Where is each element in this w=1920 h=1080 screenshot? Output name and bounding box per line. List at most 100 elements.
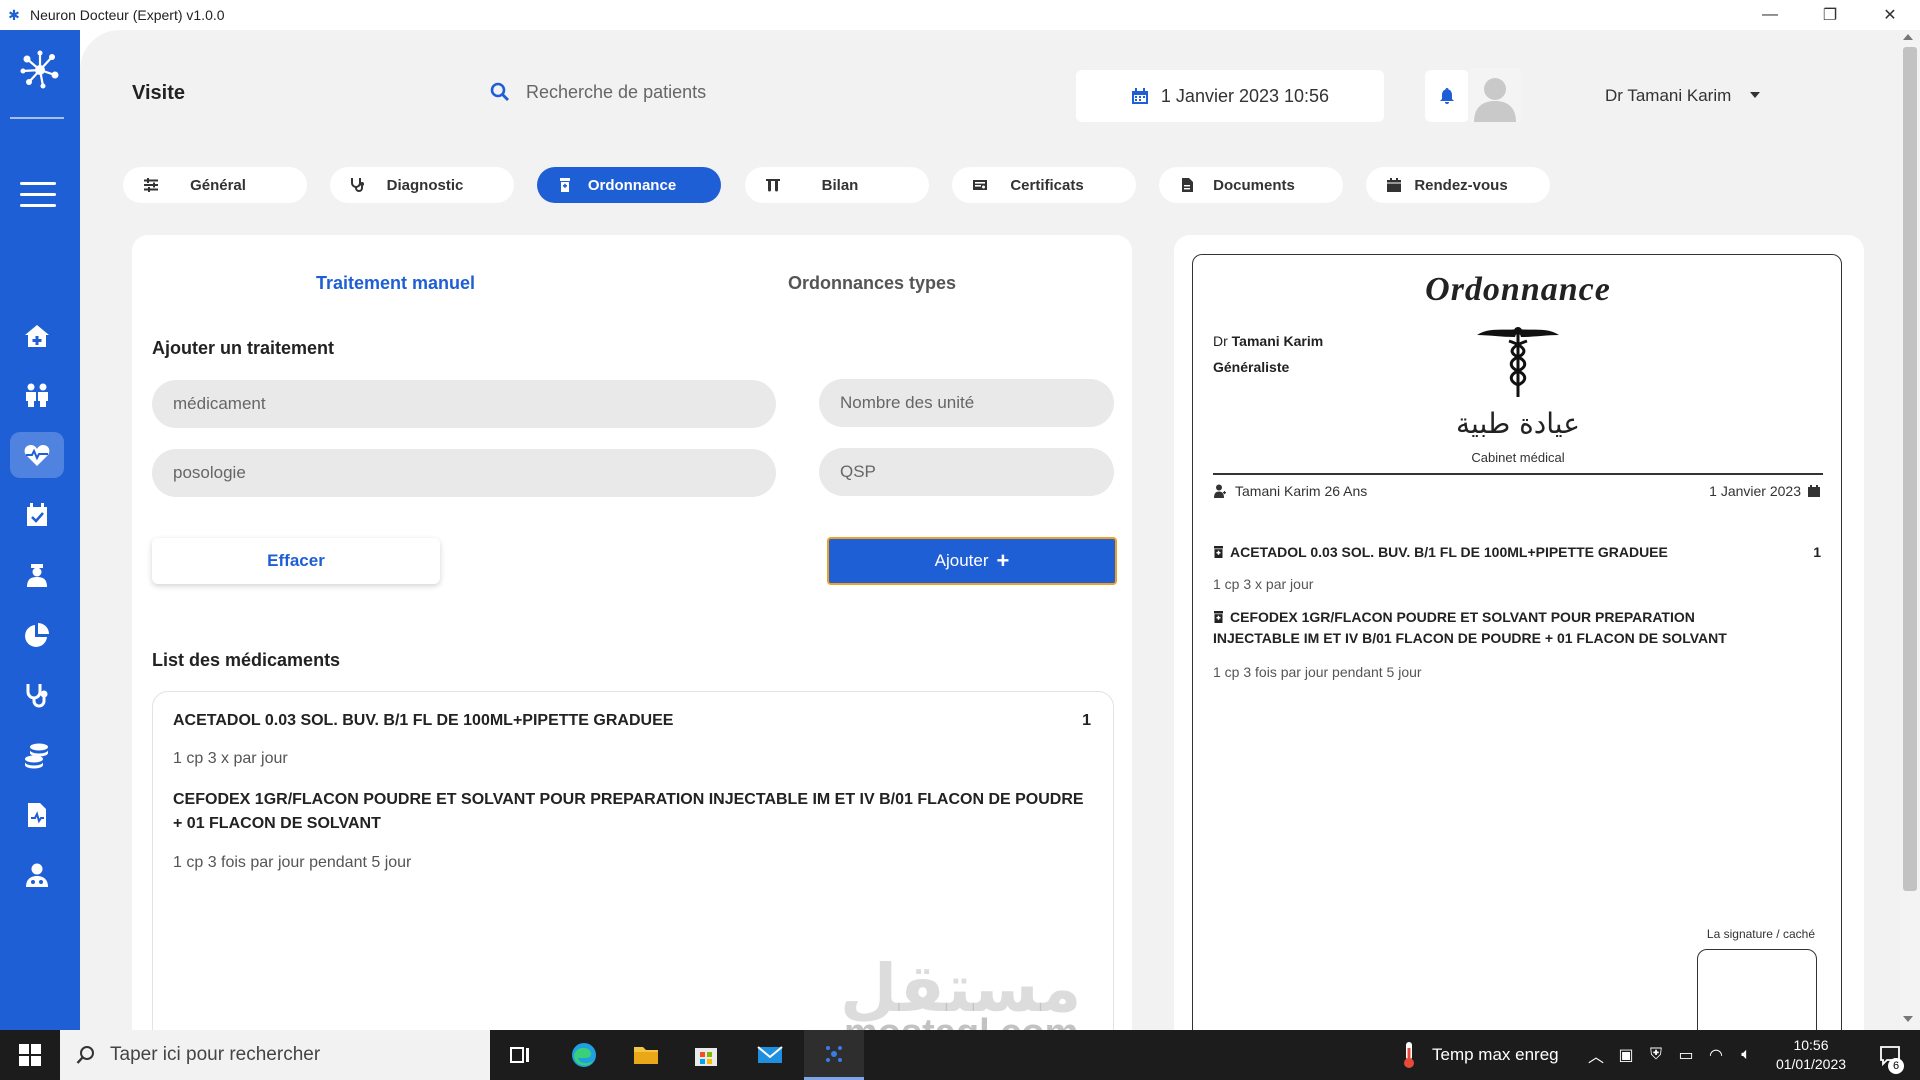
window-title: Neuron Docteur (Expert) v1.0.0 [30, 7, 225, 23]
add-button-label: Ajouter [934, 551, 989, 570]
add-button[interactable]: Ajouter + [827, 537, 1117, 585]
sidebar-item-staff[interactable] [10, 552, 64, 598]
taskbar-search[interactable] [60, 1030, 490, 1080]
search-icon [490, 82, 509, 101]
qsp-input[interactable] [819, 448, 1114, 496]
tab-label: Ordonnance [587, 176, 677, 194]
taskbar-edge[interactable] [556, 1030, 612, 1080]
taskbar-weather[interactable]: Temp max enreg [1398, 1030, 1559, 1080]
calendar-icon [1387, 178, 1401, 192]
page-title: Visite [132, 82, 185, 104]
clinic-arabic-name: عيادة طبية [1456, 407, 1580, 440]
weather-text: Temp max enreg [1432, 1045, 1559, 1064]
close-button[interactable]: ✕ [1860, 0, 1920, 30]
scroll-down-arrow-icon[interactable] [1903, 1016, 1913, 1022]
sidebar-item-finance[interactable] [10, 732, 64, 778]
chevron-down-icon[interactable] [1750, 92, 1760, 98]
rx-item-qty: 1 [1813, 544, 1821, 560]
prescription-preview-panel: Ordonnance Dr Tamani Karim Généraliste ع… [1174, 235, 1864, 1030]
taskbar-neuron-docteur[interactable] [804, 1030, 864, 1080]
taskbar-clock[interactable]: 10:56 01/01/2023 [1766, 1036, 1856, 1074]
subtab-traitement-manuel[interactable]: Traitement manuel [316, 273, 475, 294]
prescription-bottle-icon [1214, 546, 1223, 558]
sidebar-item-reports[interactable] [10, 792, 64, 838]
sidebar-item-stethoscope[interactable] [10, 672, 64, 718]
patient-info: Tamani Karim 26 Ans [1213, 483, 1367, 499]
notifications-button[interactable] [1425, 70, 1469, 122]
taskbar-task-view[interactable] [492, 1030, 548, 1080]
tab-certificats[interactable]: Certificats [952, 167, 1136, 203]
sidebar-item-calendar[interactable] [10, 492, 64, 538]
clinic-name: Cabinet médical [1471, 450, 1565, 465]
tab-diagnostic[interactable]: Diagnostic [330, 167, 514, 203]
clock-time: 10:56 [1793, 1037, 1829, 1053]
scroll-up-arrow-icon[interactable] [1903, 34, 1913, 40]
tab-general[interactable]: Général [123, 167, 307, 203]
signature-box [1697, 949, 1817, 1030]
edge-icon [572, 1043, 596, 1067]
rx-item-name: ACETADOL 0.03 SOL. BUV. B/1 FL DE 100ML+… [1230, 544, 1668, 560]
taskbar-mail[interactable] [742, 1030, 798, 1080]
thermometer-icon [1404, 1042, 1414, 1068]
test-tubes-icon [766, 179, 780, 192]
sidebar-item-patients[interactable] [10, 372, 64, 418]
user-name[interactable]: Dr Tamani Karim [1605, 86, 1731, 106]
tab-bilan[interactable]: Bilan [745, 167, 929, 203]
form-title: Ajouter un traitement [152, 338, 335, 358]
caduceus-icon [1477, 327, 1559, 397]
volume-icon[interactable]: 🔈︎ [1732, 1030, 1760, 1080]
tab-ordonnance[interactable]: Ordonnance [537, 167, 721, 203]
prescription-paper: Ordonnance Dr Tamani Karim Généraliste ع… [1192, 254, 1842, 1030]
home-icon [25, 325, 49, 347]
doctor-name-text: Tamani Karim [1231, 333, 1324, 349]
prescription-date: 1 Janvier 2023 [1709, 483, 1821, 499]
sliders-icon [144, 178, 158, 192]
sidebar-item-statistics[interactable] [10, 612, 64, 658]
notification-center-button[interactable] [1868, 1030, 1912, 1080]
meet-icon[interactable]: ▣ [1612, 1030, 1640, 1080]
hamburger-menu-icon[interactable] [20, 182, 56, 208]
neuron-logo-icon[interactable] [17, 47, 63, 93]
prescription-date-text: 1 Janvier 2023 [1709, 483, 1801, 499]
search-input[interactable] [526, 81, 856, 103]
tab-documents[interactable]: Documents [1159, 167, 1343, 203]
tab-label: Général [190, 176, 246, 194]
calendar-icon [1808, 485, 1820, 497]
battery-icon[interactable]: ▭ [1672, 1030, 1700, 1080]
subtab-ordonnances-types[interactable]: Ordonnances types [788, 273, 956, 294]
medication-name: ACETADOL 0.03 SOL. BUV. B/1 FL DE 100ML+… [173, 712, 674, 729]
wifi-icon[interactable]: ◠ [1702, 1030, 1730, 1080]
rx-item: ACETADOL 0.03 SOL. BUV. B/1 FL DE 100ML+… [1213, 542, 1773, 563]
app-logo-icon: ✱ [8, 7, 20, 23]
taskbar: Temp max enreg ︿ ▣ ⛨ ▭ ◠ 🔈︎ 10:56 01/01/… [0, 1030, 1920, 1080]
sidebar-item-home[interactable] [10, 313, 64, 359]
medication-name: CEFODEX 1GR/FLACON POUDRE ET SOLVANT POU… [173, 791, 1084, 832]
clear-button[interactable]: Effacer [152, 538, 440, 584]
doctor-specialty: Généraliste [1213, 359, 1290, 375]
doctor-prefix: Dr [1213, 333, 1228, 349]
medicament-input[interactable] [152, 380, 776, 428]
minimize-button[interactable]: — [1740, 0, 1800, 30]
tab-rendez-vous[interactable]: Rendez-vous [1366, 167, 1550, 203]
coins-icon [25, 743, 48, 769]
sidebar-item-doctor[interactable] [10, 852, 64, 898]
nurse-icon [27, 564, 47, 587]
scrollbar-thumb[interactable] [1903, 47, 1917, 891]
tab-label: Rendez-vous [1414, 176, 1508, 194]
units-input[interactable] [819, 379, 1114, 427]
taskbar-search-input[interactable] [110, 1044, 440, 1066]
taskbar-store[interactable] [678, 1030, 734, 1080]
avatar[interactable] [1468, 68, 1522, 122]
rx-item-dose: 1 cp 3 x par jour [1213, 576, 1314, 592]
security-icon[interactable]: ⛨ [1642, 1030, 1670, 1080]
rx-item: CEFODEX 1GR/FLACON POUDRE ET SOLVANT POU… [1213, 607, 1773, 649]
bell-icon [1440, 88, 1454, 104]
patient-search[interactable] [490, 70, 890, 114]
chevron-up-icon[interactable]: ︿ [1582, 1030, 1610, 1080]
sidebar-item-visit[interactable] [10, 432, 64, 478]
taskbar-explorer[interactable] [618, 1030, 674, 1080]
posologie-input[interactable] [152, 449, 776, 497]
start-button[interactable] [0, 1030, 60, 1080]
stethoscope-icon [26, 684, 48, 708]
maximize-button[interactable]: ❐ [1800, 0, 1860, 30]
